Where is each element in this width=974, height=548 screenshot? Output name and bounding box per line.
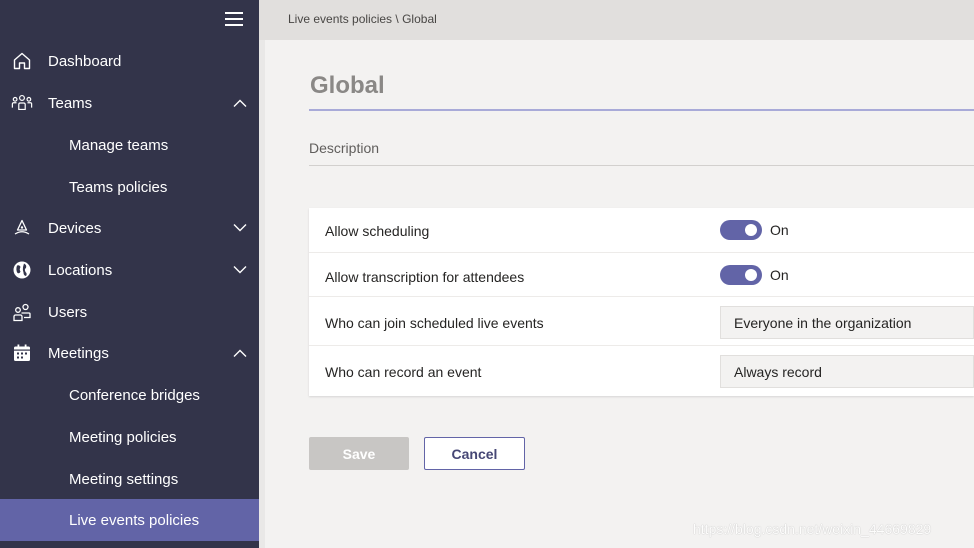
sidebar-item-label: Locations <box>48 261 113 279</box>
description-underline <box>309 165 974 166</box>
devices-icon <box>11 217 33 239</box>
chevron-up-icon[interactable] <box>233 349 247 358</box>
sidebar-item-teams[interactable]: Teams <box>0 82 259 124</box>
settings-card: Allow scheduling On Allow transcription … <box>309 208 974 396</box>
sidebar-item-label: Dashboard <box>48 52 122 70</box>
sidebar-item-meeting-policies[interactable]: Meeting policies <box>0 416 259 458</box>
chevron-down-icon[interactable] <box>233 224 247 233</box>
teams-icon <box>11 92 33 114</box>
sidebar-item-meetings[interactable]: Meetings <box>0 332 259 374</box>
toggle-state-label: On <box>770 222 789 238</box>
toggle-state-label: On <box>770 267 789 283</box>
sidebar-item-meeting-settings[interactable]: Meeting settings <box>0 458 259 500</box>
dropdown-value: Everyone in the organization <box>734 315 912 331</box>
content-divider <box>259 40 265 548</box>
hamburger-menu-icon[interactable] <box>225 12 243 26</box>
sidebar: Dashboard Teams Manage teams Teams polic… <box>0 0 259 548</box>
setting-row-allow-scheduling: Allow scheduling On <box>309 208 974 253</box>
setting-row-who-can-join: Who can join scheduled live events Every… <box>309 297 974 346</box>
sidebar-item-label: Users <box>48 303 88 321</box>
description-field[interactable]: Description <box>309 140 379 156</box>
sidebar-item-devices[interactable]: Devices <box>0 207 259 249</box>
allow-scheduling-toggle[interactable] <box>720 220 762 240</box>
title-underline <box>309 109 974 111</box>
setting-label: Allow transcription for attendees <box>325 269 525 285</box>
breadcrumb-separator: \ <box>395 12 399 26</box>
watermark-text: https://blog.csdn.net/weixin_44669829 <box>693 521 932 537</box>
chevron-down-icon[interactable] <box>233 266 247 275</box>
sidebar-item-label: Live events policies <box>69 511 200 529</box>
users-icon <box>11 301 33 323</box>
sidebar-item-manage-teams[interactable]: Manage teams <box>0 124 259 166</box>
setting-label: Who can join scheduled live events <box>325 315 544 331</box>
sidebar-item-label: Meeting settings <box>69 470 179 488</box>
sidebar-item-locations[interactable]: Locations <box>0 249 259 291</box>
breadcrumb: Live events policies \ Global <box>288 12 437 26</box>
who-can-record-dropdown[interactable]: Always record <box>720 355 974 388</box>
sidebar-item-label: Devices <box>48 219 102 237</box>
sidebar-item-label: Teams policies <box>69 178 168 196</box>
setting-row-allow-transcription: Allow transcription for attendees On <box>309 253 974 297</box>
sidebar-item-users[interactable]: Users <box>0 291 259 333</box>
sidebar-item-label: Meeting policies <box>69 428 177 446</box>
top-bar: Live events policies \ Global <box>259 0 974 40</box>
setting-label: Allow scheduling <box>325 223 430 239</box>
sidebar-item-label: Manage teams <box>69 136 169 154</box>
sidebar-item-dashboard[interactable]: Dashboard <box>0 40 259 82</box>
breadcrumb-parent-link[interactable]: Live events policies <box>288 12 392 26</box>
who-can-join-dropdown[interactable]: Everyone in the organization <box>720 306 974 339</box>
setting-label: Who can record an event <box>325 364 482 380</box>
sidebar-item-conference-bridges[interactable]: Conference bridges <box>0 374 259 416</box>
calendar-icon <box>11 342 33 364</box>
sidebar-item-label: Conference bridges <box>69 386 200 404</box>
breadcrumb-current: Global <box>402 12 437 26</box>
sidebar-item-teams-policies[interactable]: Teams policies <box>0 166 259 208</box>
sidebar-item-label: Meetings <box>48 344 109 362</box>
page-title[interactable]: Global <box>310 72 385 100</box>
sidebar-item-label: Teams <box>48 94 93 112</box>
setting-row-who-can-record: Who can record an event Always record <box>309 346 974 396</box>
sidebar-item-live-events-policies[interactable]: Live events policies <box>0 499 259 541</box>
home-icon <box>11 50 33 72</box>
chevron-up-icon[interactable] <box>233 99 247 108</box>
save-button[interactable]: Save <box>309 437 409 470</box>
allow-transcription-toggle[interactable] <box>720 265 762 285</box>
dropdown-value: Always record <box>734 364 822 380</box>
globe-icon <box>11 259 33 281</box>
cancel-button[interactable]: Cancel <box>424 437 525 470</box>
